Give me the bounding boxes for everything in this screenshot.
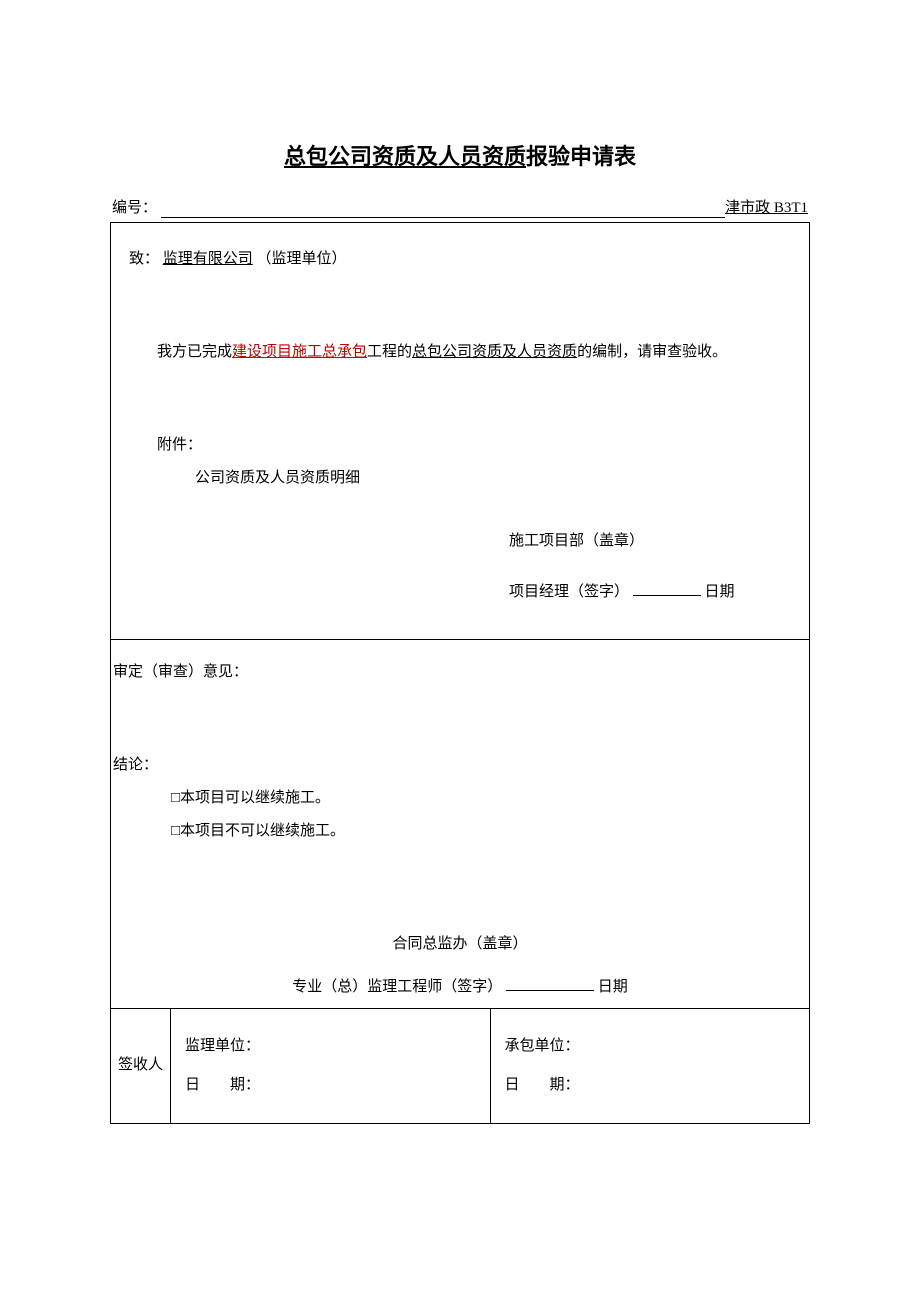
section-bottom: 签收人 监理单位： 日期： 承包单位： 日期： [111, 1009, 809, 1123]
form-outer-box: 致： 监理有限公司 （监理单位） 我方已完成建设项目施工总承包工程的总包公司资质… [110, 222, 810, 1124]
sig-pm-line: 项目经理（签字） 日期 [509, 576, 791, 609]
mid-sig-date: 日期 [598, 979, 628, 995]
to-line: 致： 监理有限公司 （监理单位） [129, 243, 791, 276]
attachment-item: 公司资质及人员资质明细 [129, 462, 791, 495]
bottom-row-label: 签收人 [111, 1009, 171, 1123]
sig-dept: 施工项目部（盖章） [509, 525, 791, 558]
conclusion-label: 结论： [111, 749, 809, 782]
form-title: 总包公司资质及人员资质报验申请表 [110, 140, 810, 173]
body-subject: 总包公司资质及人员资质 [412, 344, 577, 360]
to-label: 致： [129, 251, 159, 267]
to-suffix: （监理单位） [257, 251, 347, 267]
section-middle: 审定（审查）意见： 结论： □本项目可以继续施工。 □本项目不可以继续施工。 合… [111, 640, 809, 1009]
title-underline: 总包公司资质及人员资质 [284, 144, 526, 169]
mid-sig-blank [506, 976, 594, 991]
conclusion-opt2: □本项目不可以继续施工。 [111, 815, 809, 848]
title-rest: 报验申请表 [526, 144, 636, 169]
bottom-col-contractor: 承包单位： 日期： [490, 1009, 810, 1123]
section-upper: 致： 监理有限公司 （监理单位） 我方已完成建设项目施工总承包工程的总包公司资质… [111, 223, 809, 640]
body-suffix: 的编制，请审查验收。 [577, 344, 727, 360]
number-label: 编号： [112, 197, 157, 220]
contractor-unit: 承包单位： [505, 1027, 796, 1066]
sig-pm-blank [633, 581, 701, 596]
to-company: 监理有限公司 [163, 251, 253, 267]
supervisor-date: 日期： [185, 1066, 476, 1105]
opinion-label: 审定（审查）意见： [111, 656, 809, 689]
mid-sig-office: 合同总监办（盖章） [111, 928, 809, 961]
doc-code: 津市政 B3T1 [725, 197, 808, 220]
attachment-label: 附件： [129, 429, 791, 462]
supervisor-unit: 监理单位： [185, 1027, 476, 1066]
sig-pm-date: 日期 [705, 584, 735, 600]
body-mid: 工程的 [367, 344, 412, 360]
number-blank-line [161, 197, 725, 218]
mid-sig-engineer-prefix: 专业（总）监理工程师（签字） [292, 979, 502, 995]
bottom-col-supervisor: 监理单位： 日期： [171, 1009, 490, 1123]
meta-row: 编号： 津市政 B3T1 [110, 197, 810, 220]
body-project: 建设项目施工总承包 [232, 344, 367, 360]
sig-pm-prefix: 项目经理（签字） [509, 584, 629, 600]
contractor-date: 日期： [505, 1066, 796, 1105]
conclusion-opt1: □本项目可以继续施工。 [111, 782, 809, 815]
mid-sig-engineer-line: 专业（总）监理工程师（签字） 日期 [111, 971, 809, 1004]
body-line: 我方已完成建设项目施工总承包工程的总包公司资质及人员资质的编制，请审查验收。 [129, 336, 791, 369]
upper-signature-block: 施工项目部（盖章） 项目经理（签字） 日期 [129, 495, 791, 609]
body-prefix: 我方已完成 [157, 344, 232, 360]
